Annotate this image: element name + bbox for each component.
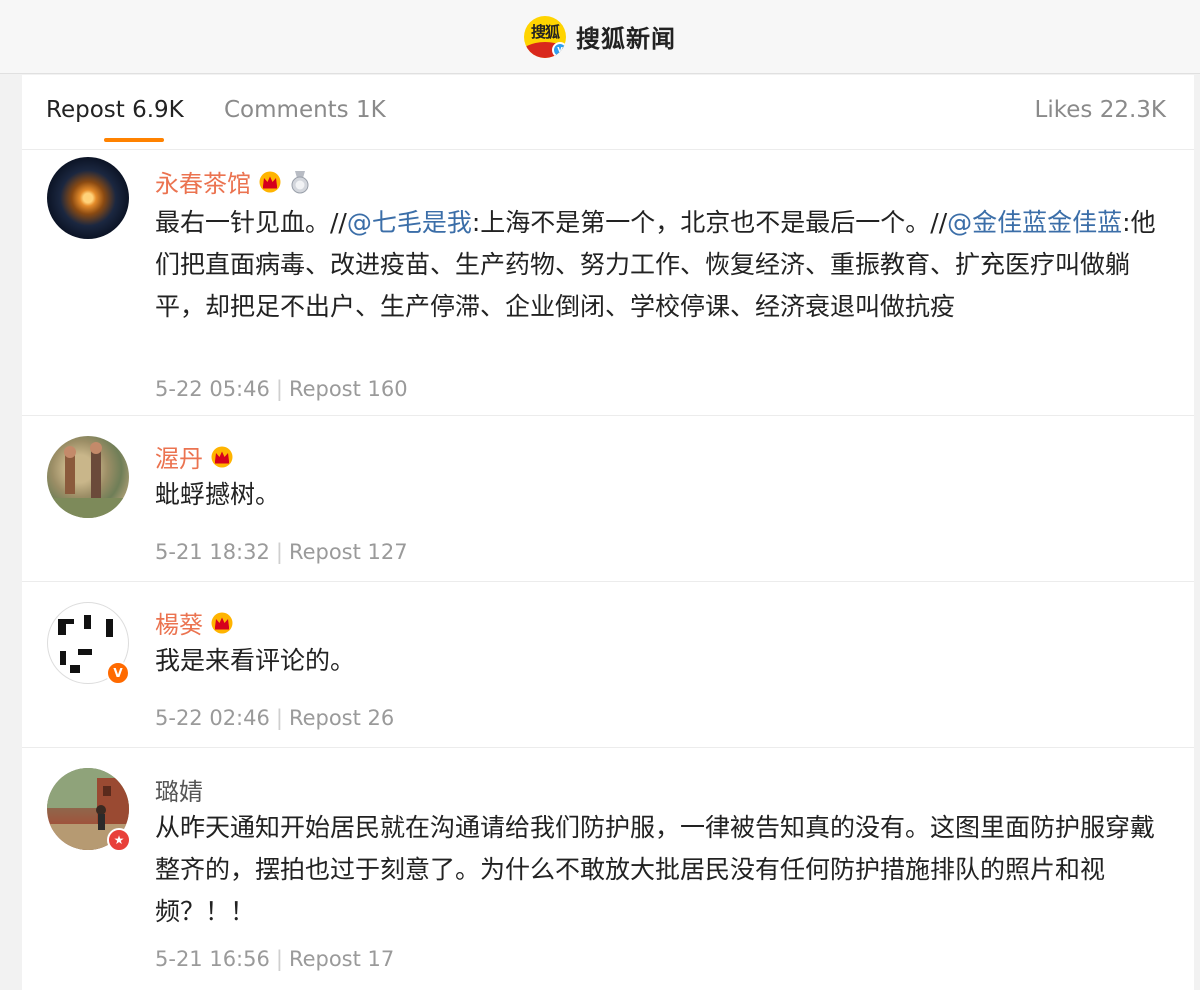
username[interactable]: 璐婧 xyxy=(155,772,203,807)
avatar[interactable]: ★ xyxy=(47,768,131,852)
verified-icon: v xyxy=(552,41,566,58)
repost-count[interactable]: Repost 160 xyxy=(289,377,408,401)
username-text: 楊葵 xyxy=(155,611,203,639)
brand-name: 搜狐新闻 xyxy=(576,25,676,53)
timestamp: 5-22 05:46 xyxy=(155,377,270,401)
app-header: 搜狐 v 搜狐新闻 xyxy=(0,0,1200,74)
mention-link[interactable]: @七毛是我 xyxy=(347,208,472,237)
vip-badge-icon: ★ xyxy=(107,828,131,852)
text-segment: :上海不是第一个，北京也不是最后一个。// xyxy=(471,208,948,237)
avatar-image xyxy=(47,442,129,518)
medal-icon xyxy=(289,170,311,194)
tab-repost[interactable]: Repost 6.9K xyxy=(46,97,184,123)
username[interactable]: 楊葵 xyxy=(155,605,235,640)
username[interactable]: 永春茶馆 xyxy=(155,164,311,199)
username[interactable]: 渥丹 xyxy=(155,439,235,474)
list-item: 永春茶馆 最右一针见血。//@七毛是我:上海不是第一个，北京也不是最后一个。//… xyxy=(22,151,1194,416)
crown-icon xyxy=(209,612,235,634)
logo-text: 搜狐 xyxy=(530,23,560,41)
brand[interactable]: 搜狐 v 搜狐新闻 xyxy=(524,15,676,58)
repost-card: Repost 6.9K Comments 1K Likes 22.3K 永春茶馆… xyxy=(22,75,1194,990)
tab-likes[interactable]: Likes 22.3K xyxy=(1035,97,1166,123)
verified-icon: V xyxy=(106,661,130,685)
username-text: 璐婧 xyxy=(155,778,203,806)
sohu-logo-icon: 搜狐 v xyxy=(524,15,566,58)
username-text: 渥丹 xyxy=(155,445,203,473)
repost-meta: 5-22 05:46 | Repost 160 xyxy=(155,377,408,401)
crown-icon xyxy=(257,171,283,193)
repost-text: 最右一针见血。//@七毛是我:上海不是第一个，北京也不是最后一个。//@金佳蓝金… xyxy=(155,202,1175,328)
avatar[interactable] xyxy=(47,436,129,518)
tab-comments[interactable]: Comments 1K xyxy=(224,97,386,123)
text-segment: 最右一针见血。// xyxy=(155,208,347,237)
tab-bar: Repost 6.9K Comments 1K Likes 22.3K xyxy=(22,75,1194,150)
avatar[interactable]: V xyxy=(47,602,130,685)
active-tab-indicator xyxy=(104,138,164,142)
crown-icon xyxy=(209,446,235,468)
avatar[interactable] xyxy=(47,157,129,239)
mention-link[interactable]: @金佳蓝金佳蓝 xyxy=(947,208,1122,237)
username-text: 永春茶馆 xyxy=(155,170,251,198)
